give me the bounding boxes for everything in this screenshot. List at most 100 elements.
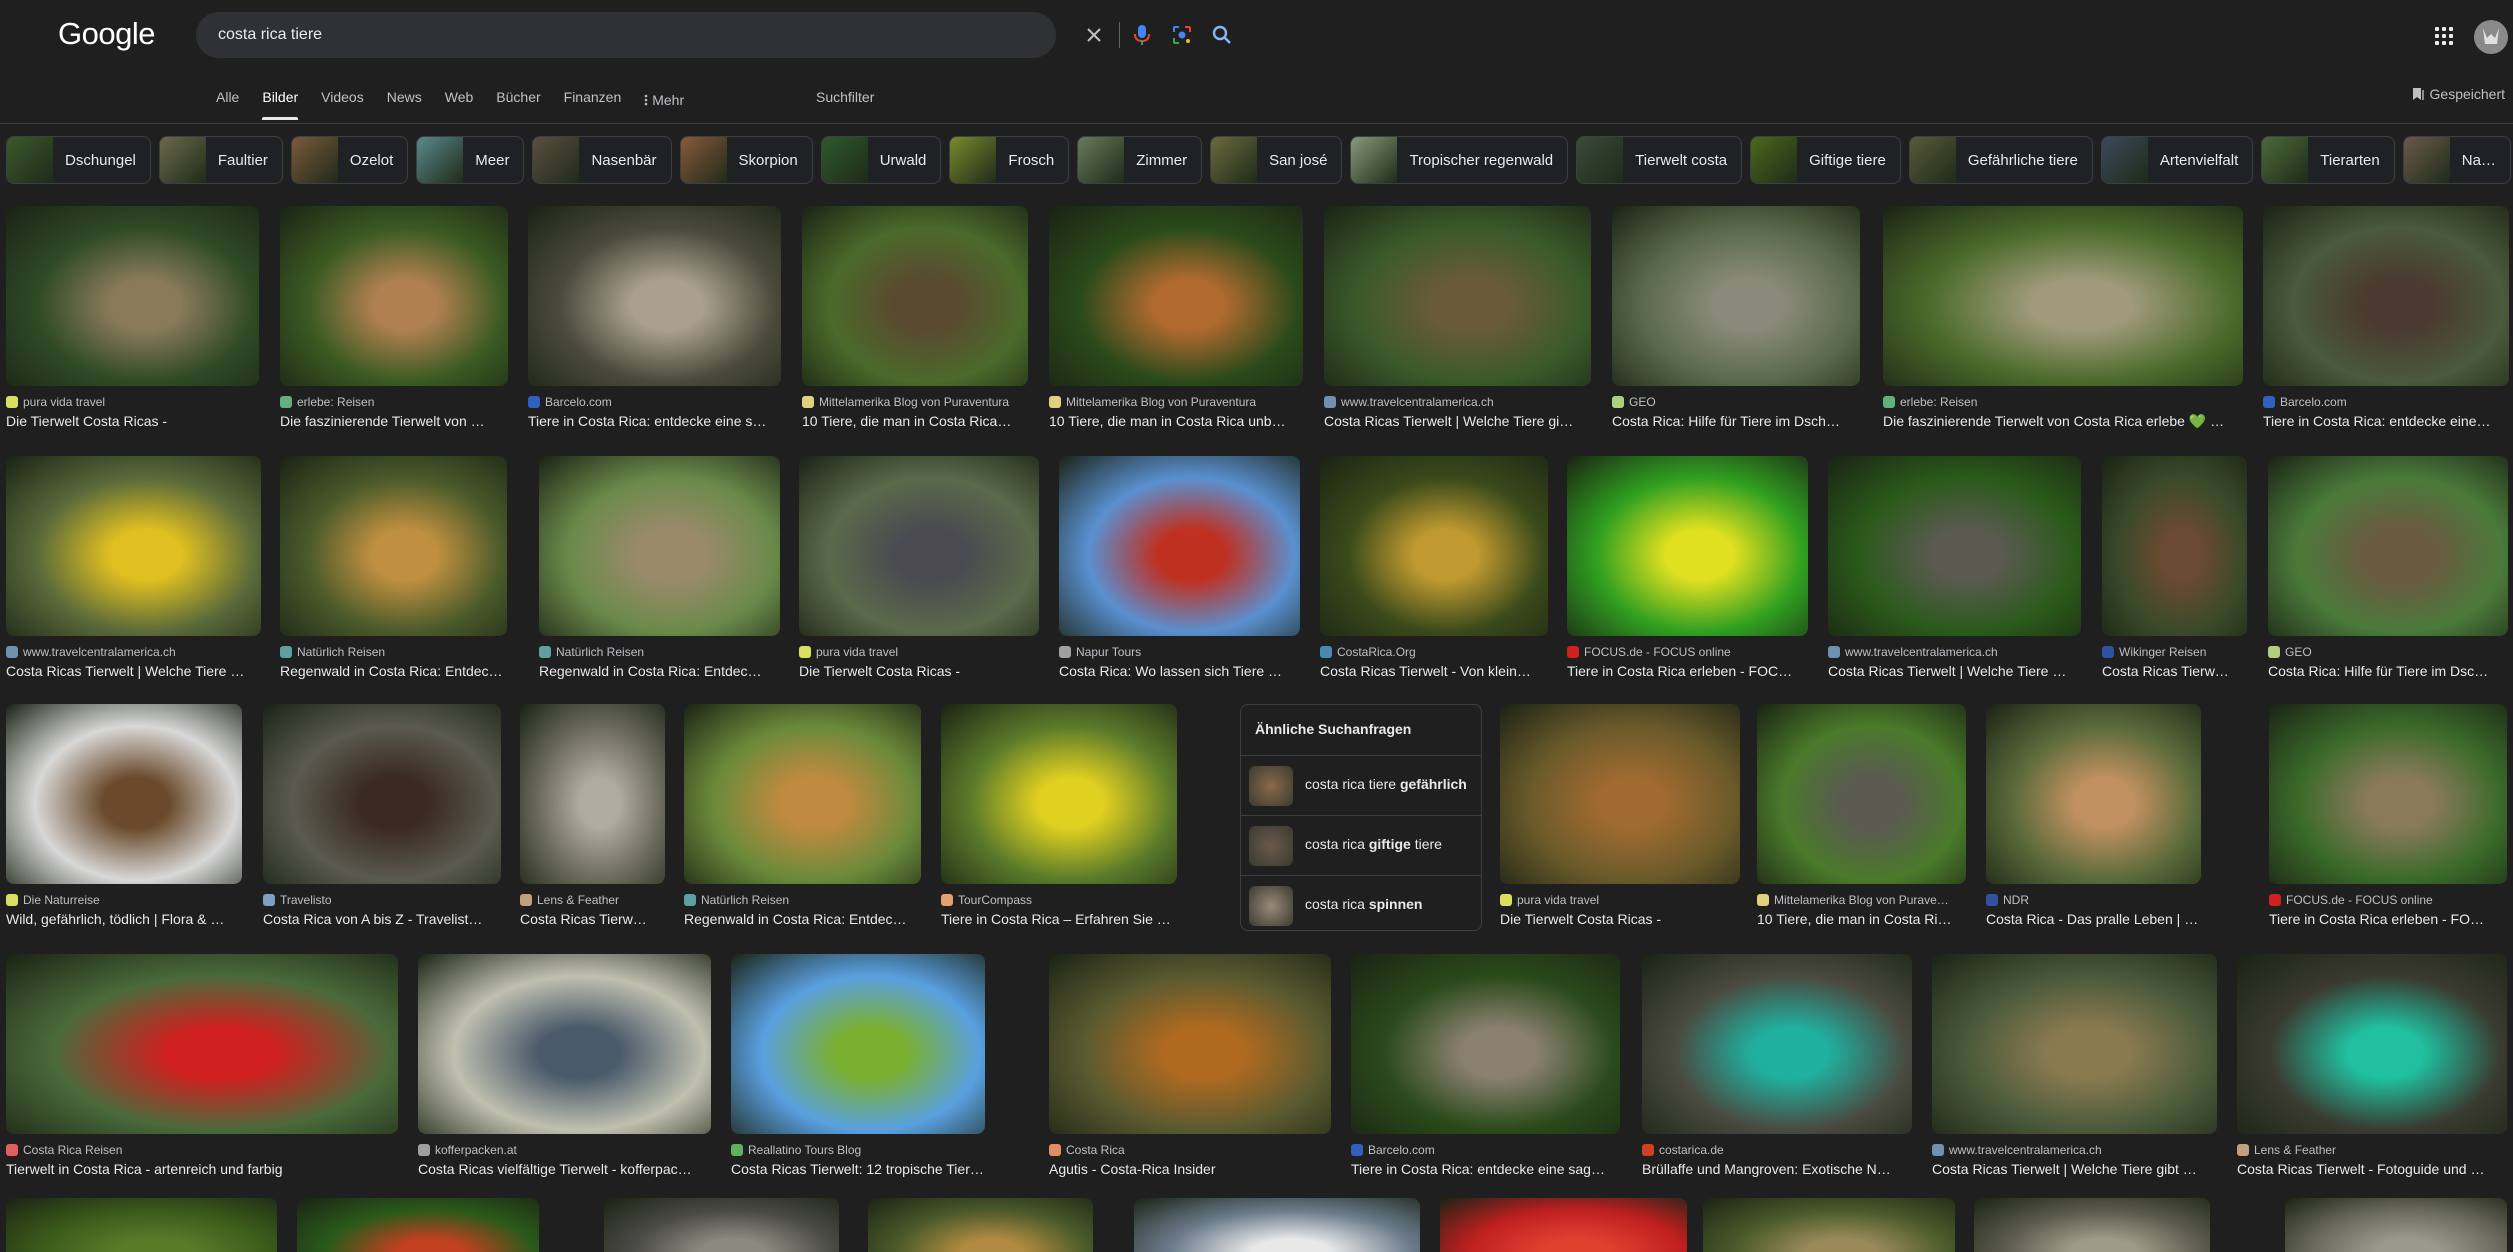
result-thumbnail[interactable] — [1059, 456, 1300, 636]
chip-nasenbär[interactable]: Nasenbär — [532, 136, 672, 184]
tab-web[interactable]: Web — [445, 86, 474, 120]
result-source[interactable]: kofferpacken.at — [418, 1143, 711, 1157]
chip-faultier[interactable]: Faultier — [158, 136, 283, 184]
result-thumbnail[interactable] — [6, 206, 259, 386]
image-result[interactable]: Die Naturreise Wild, gefährlich, tödlich … — [6, 704, 242, 927]
account-avatar[interactable] — [2474, 20, 2508, 54]
image-result[interactable] — [6, 1198, 277, 1252]
result-title[interactable]: Tiere in Costa Rica erleben - FOC… — [1567, 663, 1808, 679]
chip-skorpion[interactable]: Skorpion — [679, 136, 813, 184]
result-source[interactable]: pura vida travel — [1500, 893, 1740, 907]
result-source[interactable]: Mittelamerika Blog von Puraventura — [1049, 395, 1303, 409]
result-thumbnail[interactable] — [1440, 1198, 1687, 1252]
image-result[interactable]: Travelisto Costa Rica von A bis Z - Trave… — [263, 704, 501, 927]
result-thumbnail[interactable] — [1324, 206, 1591, 386]
image-result[interactable]: Wikinger Reisen Costa Ricas Tierw… — [2102, 456, 2247, 679]
result-source[interactable]: GEO — [1612, 395, 1860, 409]
result-title[interactable]: Costa Rica: Wo lassen sich Tiere … — [1059, 663, 1300, 679]
result-title[interactable]: Agutis - Costa-Rica Insider — [1049, 1161, 1331, 1177]
result-source[interactable]: Reallatino Tours Blog — [731, 1143, 985, 1157]
result-source[interactable]: erlebe: Reisen — [280, 395, 508, 409]
image-result[interactable]: Mittelamerika Blog von Puraventura 10 Tie… — [802, 206, 1028, 429]
result-thumbnail[interactable] — [1351, 954, 1620, 1134]
image-result[interactable]: www.travelcentralamerica.ch Costa Ricas T… — [6, 456, 261, 679]
result-source[interactable]: CostaRica.Org — [1320, 645, 1548, 659]
image-result[interactable]: Natürlich Reisen Regenwald in Costa Rica:… — [280, 456, 507, 679]
result-thumbnail[interactable] — [1757, 704, 1966, 884]
result-title[interactable]: 10 Tiere, die man in Costa Rica… — [802, 413, 1028, 429]
result-title[interactable]: Costa Ricas Tierwelt | Welche Tiere gi… — [1324, 413, 1591, 429]
result-thumbnail[interactable] — [684, 704, 921, 884]
google-logo[interactable]: Google — [58, 16, 155, 52]
result-thumbnail[interactable] — [6, 1198, 277, 1252]
image-result[interactable]: CostaRica.Org Costa Ricas Tierwelt - Von … — [1320, 456, 1548, 679]
image-result[interactable]: erlebe: Reisen Die faszinierende Tierwelt… — [1883, 206, 2243, 430]
result-source[interactable]: Mittelamerika Blog von Purave… — [1757, 893, 1966, 907]
image-result[interactable]: Lens & Feather Costa Ricas Tierw… — [520, 704, 665, 927]
result-title[interactable]: Tierwelt in Costa Rica - artenreich und … — [6, 1161, 398, 1177]
result-source[interactable]: costarica.de — [1642, 1143, 1912, 1157]
result-title[interactable]: Brüllaffe und Mangroven: Exotische N… — [1642, 1161, 1912, 1177]
result-source[interactable]: Barcelo.com — [2263, 395, 2509, 409]
image-result[interactable]: Barcelo.com Tiere in Costa Rica: entdecke… — [528, 206, 781, 429]
result-source[interactable]: www.travelcentralamerica.ch — [1828, 645, 2081, 659]
result-title[interactable]: Regenwald in Costa Rica: Entdec… — [684, 911, 921, 927]
tab-finanzen[interactable]: Finanzen — [564, 86, 622, 120]
image-result[interactable]: Natürlich Reisen Regenwald in Costa Rica:… — [539, 456, 780, 679]
image-result[interactable]: Barcelo.com Tiere in Costa Rica: entdecke… — [2263, 206, 2509, 429]
image-result[interactable]: Mittelamerika Blog von Puraventura 10 Tie… — [1049, 206, 1303, 429]
chip-gefährliche-tiere[interactable]: Gefährliche tiere — [1908, 136, 2093, 184]
image-result[interactable]: pura vida travel Die Tierwelt Costa Ricas… — [799, 456, 1039, 679]
result-title[interactable]: Costa Ricas Tierwelt | Welche Tiere … — [1828, 663, 2081, 679]
result-title[interactable]: Wild, gefährlich, tödlich | Flora & … — [6, 911, 242, 927]
result-thumbnail[interactable] — [868, 1198, 1093, 1252]
result-source[interactable]: pura vida travel — [6, 395, 259, 409]
chip-san-josé[interactable]: San josé — [1210, 136, 1343, 184]
result-thumbnail[interactable] — [1883, 206, 2243, 386]
image-result[interactable] — [604, 1198, 839, 1252]
result-title[interactable]: Costa Rica - Das pralle Leben | NDR… — [1986, 911, 2201, 927]
image-result[interactable]: erlebe: Reisen Die faszinierende Tierwelt… — [280, 206, 508, 429]
result-source[interactable]: NDR — [1986, 893, 2201, 907]
image-result[interactable]: Costa Rica Agutis - Costa-Rica Insider — [1049, 954, 1331, 1177]
result-source[interactable]: Wikinger Reisen — [2102, 645, 2247, 659]
apps-grid-icon[interactable] — [2432, 24, 2456, 48]
image-result[interactable]: costarica.de Brüllaffe und Mangroven: Exo… — [1642, 954, 1912, 1177]
result-thumbnail[interactable] — [280, 456, 507, 636]
result-thumbnail[interactable] — [1134, 1198, 1420, 1252]
result-title[interactable]: Tiere in Costa Rica: entdecke eine… — [2263, 413, 2509, 429]
chip-na-[interactable]: Na… — [2402, 136, 2511, 184]
result-title[interactable]: Regenwald in Costa Rica: Entdec… — [539, 663, 780, 679]
chip-ozelot[interactable]: Ozelot — [290, 136, 409, 184]
result-thumbnail[interactable] — [520, 704, 665, 884]
result-source[interactable]: Die Naturreise — [6, 893, 242, 907]
result-source[interactable]: www.travelcentralamerica.ch — [6, 645, 261, 659]
result-title[interactable]: Costa Ricas Tierwelt: 12 tropische Tiere… — [731, 1161, 985, 1177]
suchfilter-button[interactable]: Suchfilter — [816, 89, 874, 105]
result-title[interactable]: Regenwald in Costa Rica: Entdec… — [280, 663, 507, 679]
result-thumbnail[interactable] — [1642, 954, 1912, 1134]
related-search-item[interactable]: costa rica spinnen — [1241, 875, 1481, 931]
chip-giftige-tiere[interactable]: Giftige tiere — [1750, 136, 1901, 184]
result-source[interactable]: www.travelcentralamerica.ch — [1324, 395, 1591, 409]
result-title[interactable]: Costa Ricas Tierwelt | Welche Tiere … — [6, 663, 261, 679]
image-result[interactable]: pura vida travel Die Tierwelt Costa Ricas… — [6, 206, 259, 429]
image-result[interactable] — [1134, 1198, 1420, 1252]
result-thumbnail[interactable] — [528, 206, 781, 386]
image-result[interactable]: FOCUS.de - FOCUS online Tiere in Costa Ri… — [1567, 456, 1808, 679]
result-source[interactable]: GEO — [2268, 645, 2508, 659]
result-title[interactable]: Costa Ricas Tierw… — [520, 911, 665, 927]
image-result[interactable]: Napur Tours Costa Rica: Wo lassen sich Ti… — [1059, 456, 1300, 679]
chip-zimmer[interactable]: Zimmer — [1077, 136, 1203, 184]
tab-alle[interactable]: Alle — [216, 86, 239, 120]
result-thumbnail[interactable] — [2285, 1198, 2507, 1252]
image-result[interactable]: GEO Costa Rica: Hilfe für Tiere im Dsc… — [2268, 456, 2508, 679]
image-result[interactable] — [297, 1198, 539, 1252]
result-source[interactable]: pura vida travel — [799, 645, 1039, 659]
image-result[interactable]: Reallatino Tours Blog Costa Ricas Tierwel… — [731, 954, 985, 1177]
result-thumbnail[interactable] — [2237, 954, 2507, 1134]
result-source[interactable]: Barcelo.com — [1351, 1143, 1620, 1157]
result-title[interactable]: Die Tierwelt Costa Ricas - — [6, 413, 259, 429]
result-title[interactable]: Costa Ricas Tierwelt - Fotoguide und … — [2237, 1161, 2507, 1177]
result-thumbnail[interactable] — [539, 456, 780, 636]
